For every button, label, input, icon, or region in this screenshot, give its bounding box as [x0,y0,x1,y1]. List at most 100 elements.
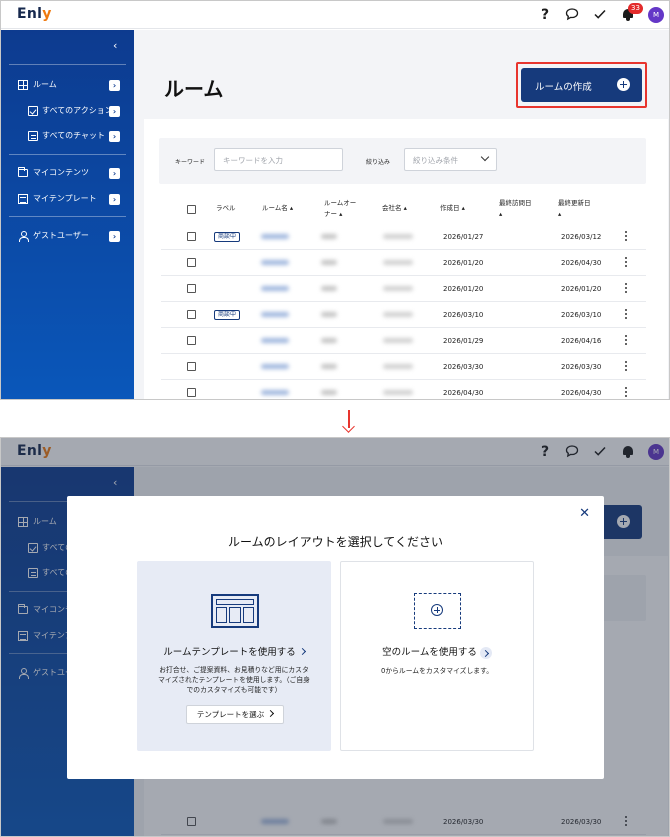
chevron-right-icon: › [109,194,120,205]
checkmark-icon[interactable] [592,7,608,23]
redacted-text [321,260,337,265]
more-options-icon[interactable] [625,283,627,294]
row-checkbox[interactable] [187,310,196,319]
plus-circle-icon [431,604,443,616]
sidebar-item-guest-users[interactable]: ゲストユーザー › [1,228,134,244]
column-room-owner[interactable]: ルームオー ナー ▴ [324,198,356,220]
sidebar-item-my-contents[interactable]: マイコンテンツ › [1,165,134,181]
table-row[interactable]: 2026/03/30 2026/03/30 [161,354,646,380]
redacted-text [261,364,289,369]
created-date: 2026/01/27 [443,233,484,241]
empty-room-icon [414,593,461,629]
page-title: ルーム [164,77,224,101]
screenshot-after: Enly ? M ‹ ルーム すべての すべての マイコンテ マイテンプ ゲスト… [0,437,670,837]
checkbox-icon [28,106,38,116]
sidebar-item-rooms[interactable]: ルーム › [1,77,134,93]
updated-date: 2026/03/30 [561,363,602,371]
table-row[interactable]: 2026/04/30 2026/04/30 [161,380,646,399]
close-icon[interactable]: ✕ [579,506,590,521]
sidebar-item-all-actions[interactable]: すべてのアクション › [1,103,134,119]
table-row[interactable]: 2026/01/29 2026/04/16 [161,328,646,354]
template-layout-icon [211,594,259,628]
grid-icon [18,80,28,90]
table-row[interactable]: 商談中 2026/03/10 2026/03/10 [161,302,646,328]
column-room-name[interactable]: ルーム名 ▴ [262,203,293,214]
table-row[interactable]: 2026/01/20 2026/01/20 [161,276,646,302]
updated-date: 2026/04/16 [561,337,602,345]
user-icon [18,231,29,242]
filter-select[interactable]: 絞り込み条件 [404,148,497,171]
more-options-icon[interactable] [625,257,627,268]
chevron-right-icon: › [109,231,120,242]
column-last-updated[interactable]: 最終更新日 ▴ [558,198,591,220]
redacted-text [261,286,289,291]
filter-bar: キーワード キーワードを入力 絞り込み 絞り込み条件 [159,138,646,184]
column-company[interactable]: 会社名 ▴ [382,203,407,214]
empty-option-desc: 0からルームをカスタマイズします。 [381,667,493,675]
more-options-icon[interactable] [625,231,627,242]
row-checkbox[interactable] [187,336,196,345]
updated-date: 2026/03/12 [561,233,602,241]
row-checkbox[interactable] [187,232,196,241]
collapse-sidebar-icon[interactable]: ‹ [113,39,117,52]
template-option-card[interactable]: ルームテンプレートを使用する お打合せ、ご提案資料、お見積りなど用にカスタマイズ… [137,561,331,751]
sidebar: ‹ ルーム › すべてのアクション › すべてのチャット › マイコンテンツ ›… [1,30,134,399]
table-row[interactable]: 2026/01/20 2026/04/30 [161,250,646,276]
updated-date: 2026/04/30 [561,259,602,267]
redacted-text [321,390,337,395]
redacted-text [321,364,337,369]
more-options-icon[interactable] [625,335,627,346]
redacted-text [383,260,413,265]
more-options-icon[interactable] [625,309,627,320]
chevron-right-icon: › [109,80,120,91]
enly-logo[interactable]: Enly [17,6,52,22]
redacted-text [261,338,289,343]
redacted-text [383,286,413,291]
chat-icon [28,131,38,141]
created-date: 2026/03/10 [443,311,484,319]
keyword-input[interactable]: キーワードを入力 [214,148,343,171]
updated-date: 2026/01/20 [561,285,602,293]
more-options-icon[interactable] [625,387,627,398]
created-date: 2026/04/30 [443,389,484,397]
more-options-icon[interactable] [625,361,627,372]
chevron-right-icon [479,646,492,659]
empty-option-title[interactable]: 空のルームを使用する [341,644,533,659]
chevron-right-icon: › [109,106,120,117]
help-icon[interactable]: ? [537,7,553,23]
redacted-text [261,390,289,395]
row-checkbox[interactable] [187,388,196,397]
row-checkbox[interactable] [187,258,196,267]
modal-title: ルームのレイアウトを選択してください [228,535,443,549]
redacted-text [383,312,413,317]
select-all-checkbox[interactable] [187,205,196,214]
empty-room-option-card[interactable]: 空のルームを使用する 0からルームをカスタマイズします。 [340,561,534,751]
row-checkbox[interactable] [187,362,196,371]
column-created[interactable]: 作成日 ▴ [440,203,465,214]
updated-date: 2026/03/10 [561,311,602,319]
created-date: 2026/01/20 [443,285,484,293]
redacted-text [383,338,413,343]
sidebar-item-all-chats[interactable]: すべてのチャット › [1,128,134,144]
notification-badge: 33 [628,3,643,14]
updated-date: 2026/04/30 [561,389,602,397]
status-badge: 商談中 [214,310,241,320]
template-icon [18,194,28,204]
template-option-title[interactable]: ルームテンプレートを使用する [138,644,330,658]
column-last-visited[interactable]: 最終訪問日 ▴ [499,198,532,220]
sidebar-item-my-templates[interactable]: マイテンプレート › [1,191,134,207]
chat-bubble-icon[interactable] [564,7,580,23]
template-option-desc: お打合せ、ご提案資料、お見積りなど用にカスタマイズされたテンプレートを使用します… [158,666,310,694]
created-date: 2026/01/20 [443,259,484,267]
table-row[interactable]: 商談中 2026/01/27 2026/03/12 [161,224,646,250]
folder-icon [18,167,28,177]
row-checkbox[interactable] [187,284,196,293]
highlight-frame [516,62,647,108]
avatar[interactable]: M [648,7,664,23]
top-bar: Enly ? 33 M [1,1,669,29]
chevron-right-icon [267,709,275,718]
choose-template-button[interactable]: テンプレートを選ぶ [186,705,284,724]
redacted-text [383,234,413,239]
created-date: 2026/01/29 [443,337,484,345]
chevron-down-icon [480,152,490,162]
